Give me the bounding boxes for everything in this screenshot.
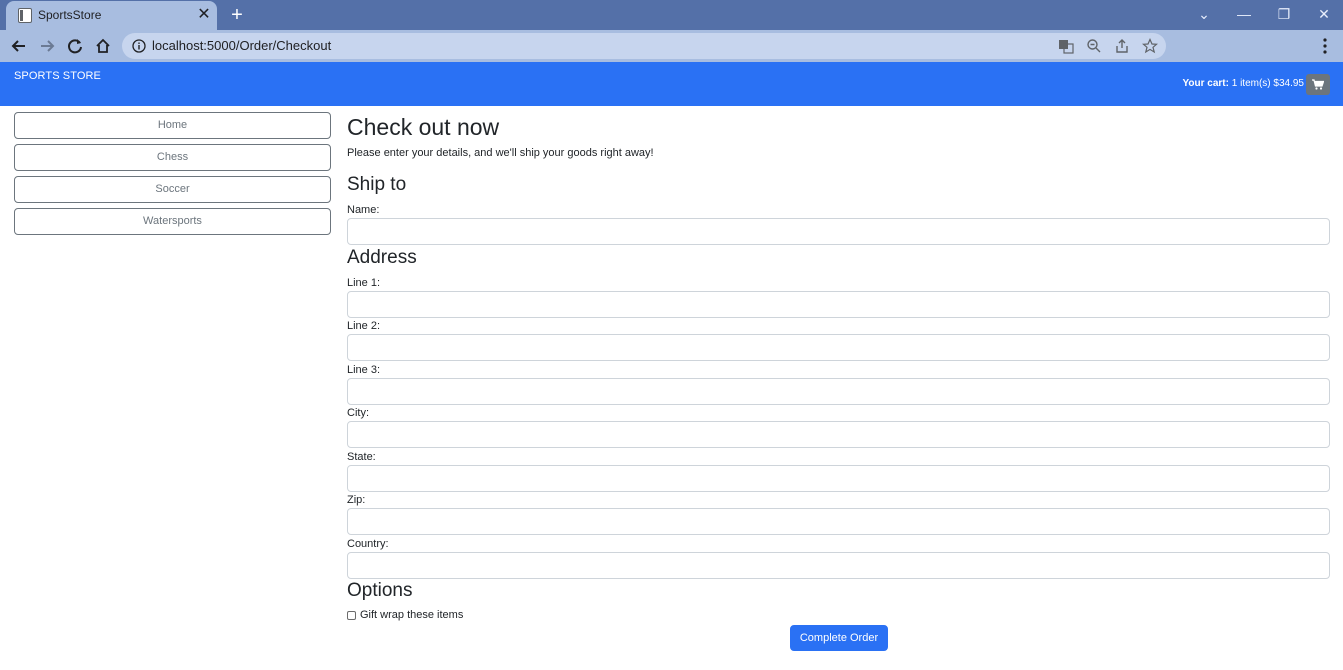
page-title: Check out now	[347, 114, 500, 140]
category-soccer-button[interactable]: Soccer	[14, 176, 331, 203]
ship-to-heading: Ship to	[347, 174, 407, 195]
shopping-cart-icon	[1312, 79, 1324, 90]
address-heading: Address	[347, 247, 417, 268]
category-sidebar: Home Chess Soccer Watersports	[14, 112, 331, 240]
intro-text: Please enter your details, and we'll shi…	[347, 147, 654, 159]
browser-tabstrip: SportsStore ✕ + ⌄ — ❐ ✕	[0, 0, 1343, 30]
share-icon[interactable]	[1114, 38, 1130, 54]
restore-icon[interactable]: ❐	[1272, 4, 1296, 24]
line3-field[interactable]	[347, 378, 1330, 405]
gift-wrap-label[interactable]: Gift wrap these items	[360, 609, 463, 621]
reload-icon[interactable]	[64, 35, 86, 57]
cart-label: Your cart:	[1182, 78, 1229, 89]
tab-title: SportsStore	[38, 8, 102, 22]
minimize-icon[interactable]: —	[1232, 4, 1256, 24]
browser-tab[interactable]: SportsStore ✕	[6, 1, 217, 30]
name-label: Name:	[347, 204, 380, 216]
gift-wrap-checkbox[interactable]	[347, 611, 356, 620]
line2-label: Line 2:	[347, 320, 381, 332]
page-icon	[18, 8, 32, 23]
home-icon[interactable]	[92, 35, 114, 57]
cart-button[interactable]	[1306, 74, 1330, 95]
address-bar[interactable]: localhost:5000/Order/Checkout	[122, 33, 1166, 59]
forward-icon[interactable]	[36, 35, 58, 57]
category-home-button[interactable]: Home	[14, 112, 331, 139]
category-watersports-button[interactable]: Watersports	[14, 208, 331, 235]
cart-summary-text: 1 item(s) $34.95	[1231, 78, 1304, 89]
new-tab-button[interactable]: +	[226, 4, 248, 26]
country-label: Country:	[347, 538, 389, 550]
category-chess-button[interactable]: Chess	[14, 144, 331, 171]
cart-summary: Your cart: 1 item(s) $34.95	[1182, 78, 1304, 89]
options-heading: Options	[347, 580, 413, 601]
complete-order-button[interactable]: Complete Order	[790, 625, 888, 651]
country-field[interactable]	[347, 552, 1330, 579]
translate-icon[interactable]	[1058, 38, 1074, 54]
line2-field[interactable]	[347, 334, 1330, 361]
line1-field[interactable]	[347, 291, 1330, 318]
tab-close-icon[interactable]: ✕	[195, 6, 213, 24]
line3-label: Line 3:	[347, 364, 381, 376]
name-field[interactable]	[347, 218, 1330, 245]
browser-menu-icon[interactable]	[1316, 36, 1334, 56]
city-field[interactable]	[347, 421, 1330, 448]
tab-search-icon[interactable]: ⌄	[1192, 4, 1216, 24]
brand-logo[interactable]: SPORTS STORE	[14, 70, 101, 82]
state-label: State:	[347, 451, 376, 463]
zip-field[interactable]	[347, 508, 1330, 535]
zoom-icon[interactable]	[1086, 38, 1102, 54]
state-field[interactable]	[347, 465, 1330, 492]
city-label: City:	[347, 407, 369, 419]
back-icon[interactable]	[8, 35, 30, 57]
line1-label: Line 1:	[347, 277, 381, 289]
close-window-icon[interactable]: ✕	[1312, 4, 1336, 24]
url-text: localhost:5000/Order/Checkout	[152, 38, 332, 53]
site-header: SPORTS STORE Your cart: 1 item(s) $34.95	[0, 62, 1343, 106]
browser-toolbar: localhost:5000/Order/Checkout	[0, 30, 1343, 62]
site-info-icon[interactable]	[132, 39, 146, 53]
zip-label: Zip:	[347, 494, 366, 506]
bookmark-star-icon[interactable]	[1142, 38, 1158, 54]
